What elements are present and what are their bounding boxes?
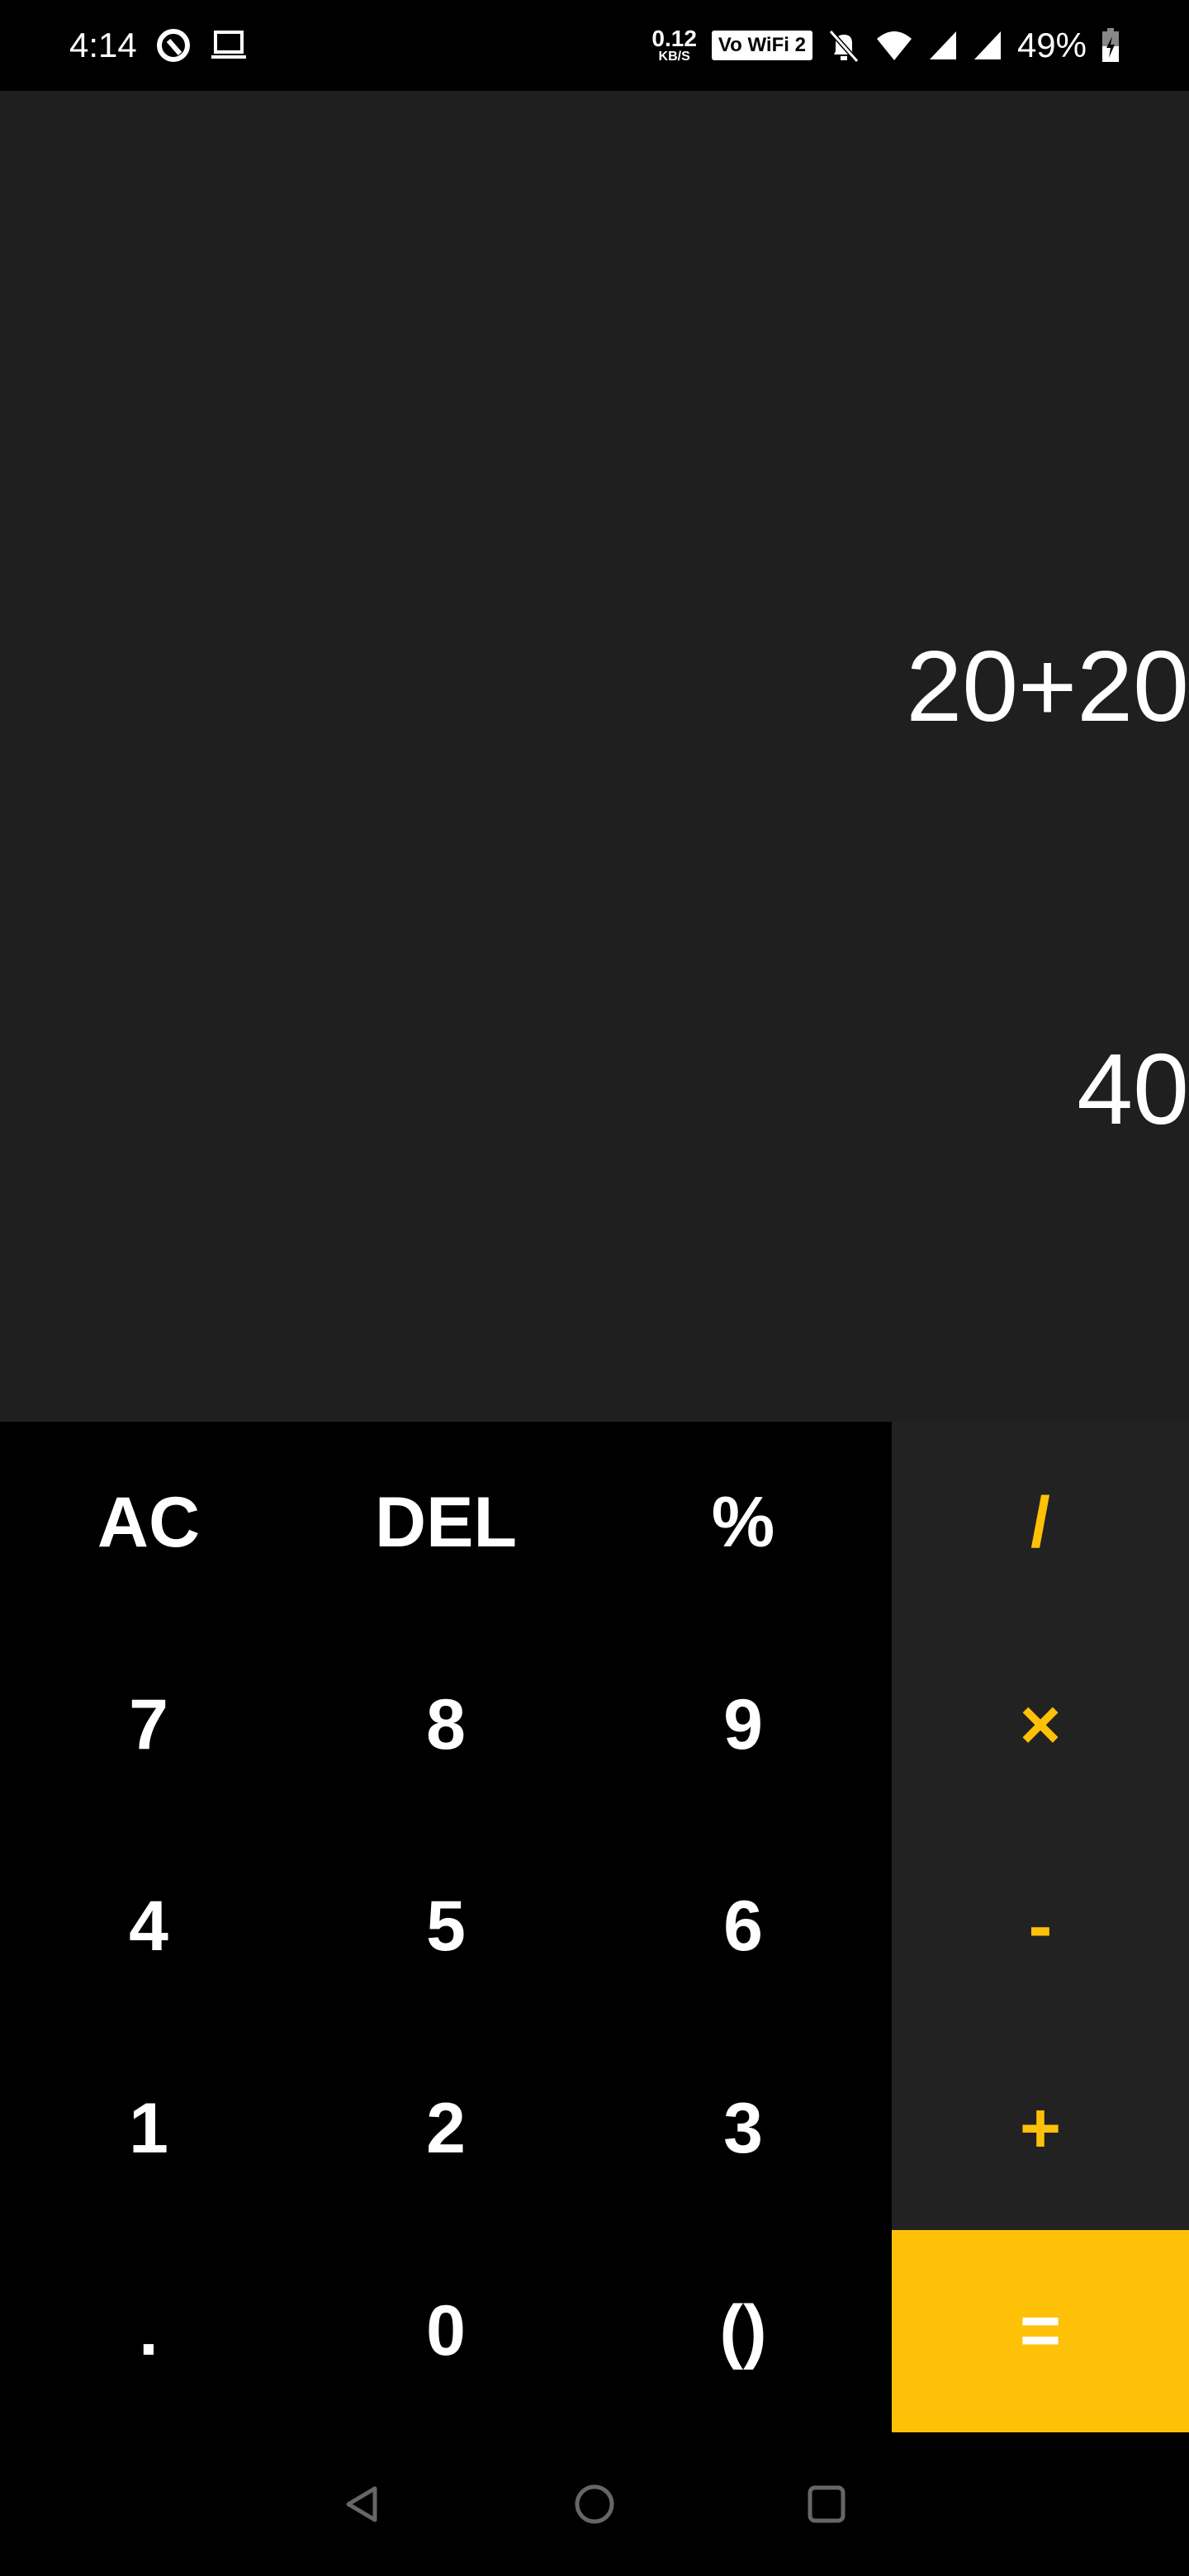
delete-button[interactable]: DEL	[297, 1422, 594, 1624]
add-button[interactable]: +	[892, 2028, 1189, 2231]
network-speed: 0.12 KB/S	[651, 26, 697, 64]
digit-1-button[interactable]: 1	[0, 2028, 297, 2231]
bell-off-icon	[828, 30, 860, 63]
vowifi-badge: Vo WiFi 2	[711, 31, 812, 60]
divide-button[interactable]: /	[892, 1422, 1189, 1624]
home-icon[interactable]	[573, 2483, 616, 2526]
app-notification-icon	[156, 29, 190, 62]
digit-4-button[interactable]: 4	[0, 1825, 297, 2029]
signal-icon-1	[929, 31, 956, 59]
clear-button[interactable]: AC	[0, 1422, 297, 1624]
expression-field[interactable]: 20+20	[906, 636, 1189, 736]
digit-6-button[interactable]: 6	[594, 1825, 892, 2029]
digit-0-button[interactable]: 0	[297, 2230, 594, 2432]
multiply-button[interactable]: ×	[892, 1623, 1189, 1826]
subtract-button[interactable]: -	[892, 1825, 1189, 2029]
calculator-display: 20+20 40	[0, 91, 1189, 1422]
equals-button[interactable]: =	[892, 2230, 1189, 2432]
navigation-bar	[0, 2432, 1189, 2576]
laptop-icon	[211, 31, 246, 59]
digit-5-button[interactable]: 5	[297, 1825, 594, 2029]
digit-8-button[interactable]: 8	[297, 1623, 594, 1826]
parentheses-button[interactable]: ()	[594, 2230, 892, 2432]
battery-percent: 49%	[1016, 26, 1087, 64]
digit-3-button[interactable]: 3	[594, 2028, 892, 2231]
battery-charging-icon	[1102, 28, 1119, 62]
digit-9-button[interactable]: 9	[594, 1623, 892, 1826]
clock: 4:14	[69, 26, 137, 64]
decimal-button[interactable]: .	[0, 2230, 297, 2432]
status-bar: 4:14 0.12 KB/S Vo WiFi 2 49%	[0, 0, 1189, 91]
digit-2-button[interactable]: 2	[297, 2028, 594, 2231]
digit-7-button[interactable]: 7	[0, 1623, 297, 1826]
back-icon[interactable]	[342, 2484, 383, 2525]
percent-button[interactable]: %	[594, 1422, 892, 1624]
signal-icon-2	[973, 31, 1001, 59]
result-field: 40	[1077, 1033, 1189, 1145]
keypad: AC DEL % / 7 8 9 × 4 5 6 - 1 2 3 + . 0 (…	[0, 1422, 1189, 2432]
wifi-icon	[876, 31, 912, 60]
recents-icon[interactable]	[806, 2484, 847, 2525]
